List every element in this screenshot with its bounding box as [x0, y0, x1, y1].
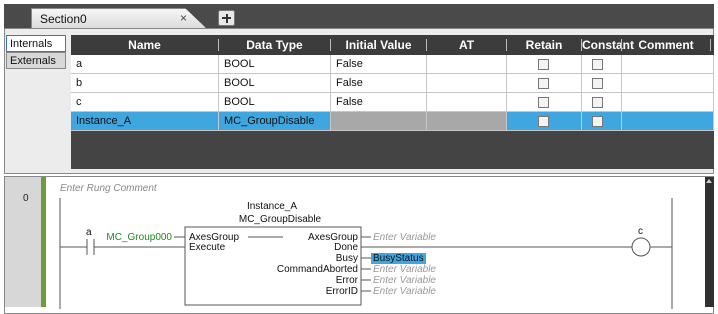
fb-output-commandaborted: CommandAborted — [276, 264, 358, 275]
fb-output-errorid: ErrorID — [325, 286, 358, 297]
contact-label[interactable]: a — [86, 227, 92, 238]
coil-label[interactable]: c — [638, 226, 643, 237]
output-variable-placeholder[interactable]: Enter Variable — [373, 264, 436, 275]
busy-output-variable[interactable]: BusyStatus — [371, 253, 426, 264]
ladder-diagram — [59, 198, 673, 309]
fb-input-execute: Execute — [189, 242, 226, 253]
output-variable-placeholder[interactable]: Enter Variable — [373, 275, 436, 286]
fb-instance-name[interactable]: Instance_A — [232, 201, 312, 212]
output-variable-placeholder[interactable]: Enter Variable — [373, 286, 436, 297]
output-variable-placeholder[interactable]: Enter Variable — [373, 232, 436, 243]
fb-type-name: MC_GroupDisable — [238, 214, 322, 225]
fb-output-busy: Busy — [335, 253, 358, 264]
fb-output-done: Done — [334, 242, 358, 253]
coil-c — [631, 237, 651, 257]
fb-input-variable[interactable]: MC_Group000 — [100, 232, 172, 243]
fb-output-error: Error — [335, 275, 358, 286]
